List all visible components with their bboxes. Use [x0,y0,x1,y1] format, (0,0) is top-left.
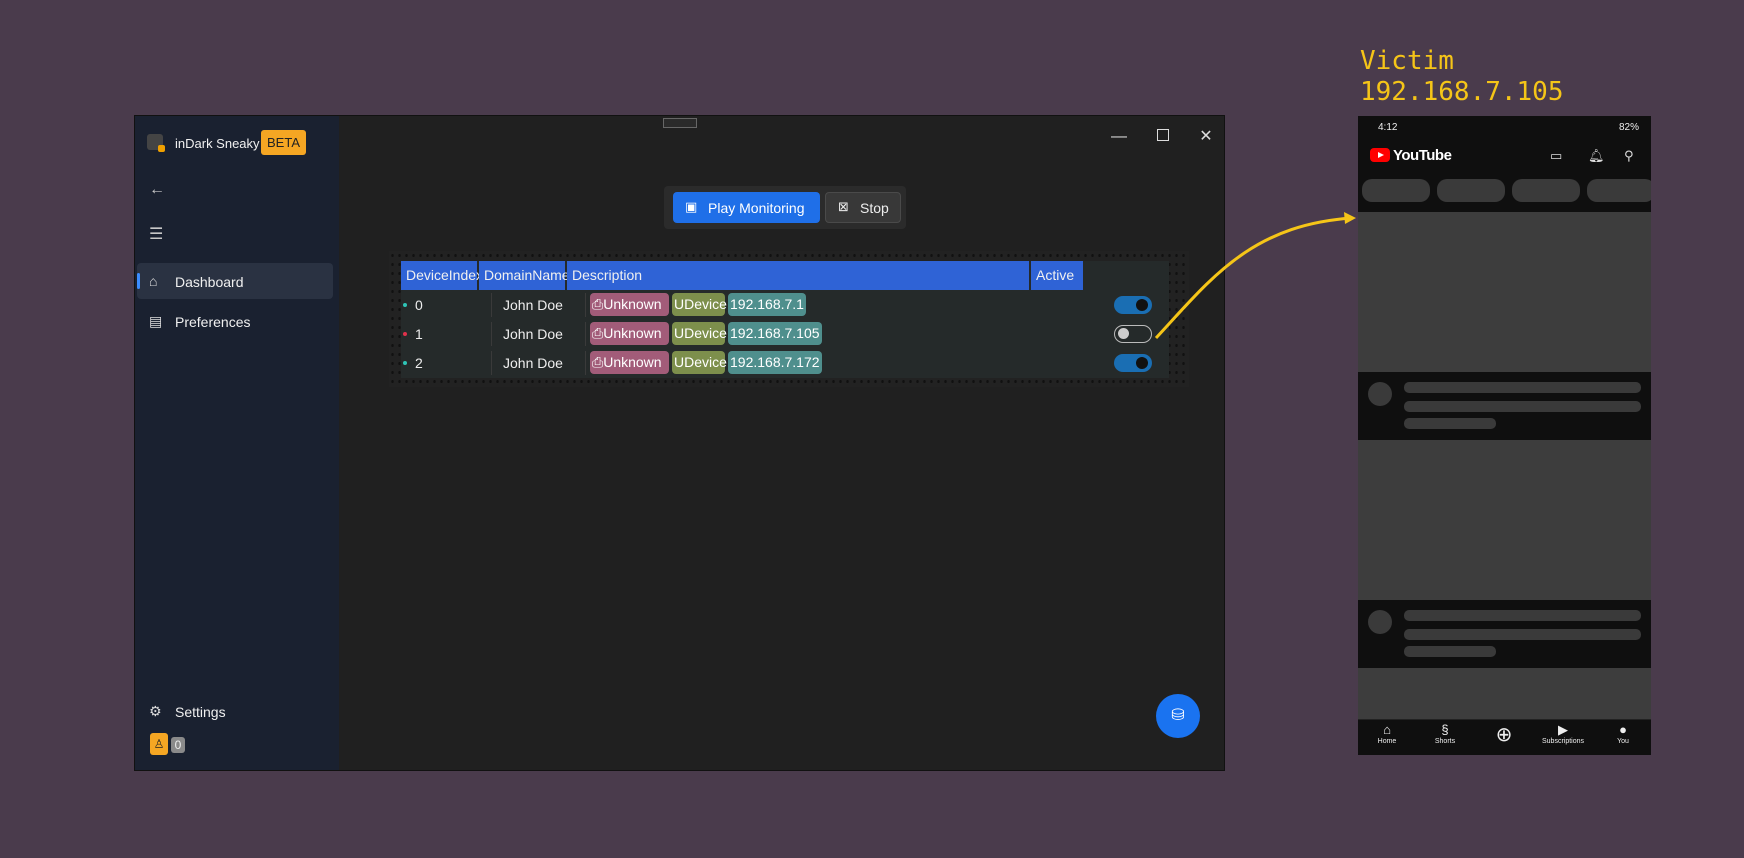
nav-label: Home [1377,738,1397,745]
video-meta-placeholder [1358,600,1651,668]
subscriptions-icon: ▶ [1558,722,1568,737]
subtitle-line-placeholder [1404,418,1496,429]
youtube-header: YouTube ▭ 🔔︎ ⚲ [1358,144,1651,174]
search-icon[interactable]: ⚲ [1624,148,1634,164]
phone-bottom-nav: ⌂ Home § Shorts ⊕ ▶ Subscriptions ● You [1358,719,1651,755]
youtube-wordmark: YouTube [1393,147,1452,164]
nav-label: You [1617,738,1629,745]
filter-chip[interactable] [1437,179,1505,202]
nav-subscriptions[interactable]: ▶ Subscriptions [1538,722,1588,745]
nav-create[interactable]: ⊕ [1479,722,1529,746]
filter-chip[interactable] [1362,179,1430,202]
plus-circle-icon: ⊕ [1495,724,1513,746]
status-time: 4:12 [1378,122,1398,133]
filter-chip[interactable] [1587,179,1651,202]
video-meta-placeholder [1358,372,1651,440]
avatar: ● [1619,722,1627,737]
subtitle-line-placeholder [1404,646,1496,657]
victim-title: Victim [1360,46,1454,76]
shorts-icon: § [1441,722,1449,737]
home-icon: ⌂ [1383,722,1391,737]
nav-home[interactable]: ⌂ Home [1362,722,1412,745]
nav-shorts[interactable]: § Shorts [1420,722,1470,745]
channel-avatar-placeholder [1368,610,1392,634]
video-thumbnail-placeholder[interactable] [1358,212,1651,372]
nav-label: Subscriptions [1541,738,1585,745]
title-line-placeholder [1404,382,1641,393]
channel-avatar-placeholder [1368,382,1392,406]
status-battery: 82% [1618,122,1639,133]
nav-you[interactable]: ● You [1598,722,1648,745]
youtube-logo-icon [1370,148,1390,162]
victim-label: Victim 192.168.7.105 [1360,46,1564,108]
title-line-placeholder [1404,629,1641,640]
phone-status-bar: 4:12 82% [1358,116,1651,138]
victim-ip: 192.168.7.105 [1360,77,1564,107]
bell-icon[interactable]: 🔔︎ [1588,148,1605,164]
video-thumbnail-placeholder[interactable] [1358,668,1651,719]
video-thumbnail-placeholder[interactable] [1358,440,1651,600]
title-line-placeholder [1404,401,1641,412]
nav-label: Shorts [1434,738,1456,745]
title-line-placeholder [1404,610,1641,621]
cast-icon[interactable]: ▭ [1550,148,1562,164]
filter-chip[interactable] [1512,179,1580,202]
victim-phone-screen: 4:12 82% YouTube ▭ 🔔︎ ⚲ ⌂ Home § Shorts [1358,116,1651,755]
